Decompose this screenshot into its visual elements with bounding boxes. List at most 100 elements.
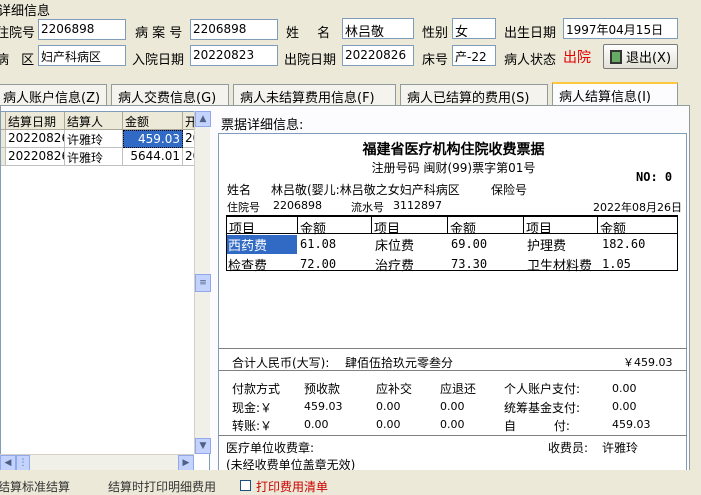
case-no-field[interactable]: 2206898 [190, 19, 278, 40]
item-amount-cell[interactable]: 1.05 [602, 257, 631, 271]
item-amount-cell[interactable]: 61.08 [300, 237, 336, 251]
status-label: 病人状态 [504, 53, 557, 68]
settlement-grid[interactable]: 结算日期 结算人 金额 开 20220826 许雅玲 459.03 20 202… [0, 111, 210, 471]
self-pay-value: 459.03 [612, 418, 651, 431]
col-header-amount[interactable]: 金额 [123, 112, 183, 130]
name-label: 姓 名 [286, 26, 331, 41]
items-header-3: 项目 [372, 216, 448, 237]
item-amount-cell[interactable]: 72.00 [300, 257, 336, 271]
footer-bar: 结算标准结算 结算时打印明细费用 打印费用清单 [0, 470, 701, 494]
scroll-left-icon[interactable]: ◀ [0, 455, 16, 471]
gender-label: 性别 [422, 26, 449, 41]
cash-label: 现金:￥ [232, 401, 273, 415]
fund-label: 统筹基金支付: [504, 401, 581, 415]
footer-option-2[interactable]: 结算时打印明细费用 [108, 478, 216, 495]
table-row-2-person[interactable]: 许雅玲 [65, 148, 123, 166]
item-amount-cell[interactable]: 69.00 [451, 237, 487, 251]
cashier-label: 收费员: [548, 441, 589, 455]
inpatient-no-label: 住院号 [0, 26, 36, 41]
item-amount-cell[interactable]: 182.60 [602, 237, 645, 251]
table-row-2-amount[interactable]: 5644.01 [123, 148, 183, 166]
items-header-1: 项目 [226, 216, 298, 237]
receipt-date: 2022年08月26日 [593, 201, 682, 214]
receipt-title: 福建省医疗机构住院收费票据 [362, 142, 545, 158]
ward-label: 病 区 [0, 53, 35, 68]
cashier-name: 许雅玲 [602, 441, 639, 455]
scroll-right-icon[interactable]: ▶ [178, 455, 194, 471]
receipt-insurance-label: 保险号 [491, 183, 528, 197]
items-header-2: 金额 [298, 216, 372, 237]
personal-account-value: 0.00 [612, 382, 637, 395]
birth-field[interactable]: 1997年04月15日 [563, 18, 678, 39]
refund-label: 应退还 [440, 382, 477, 396]
transfer-extra: 0.00 [376, 418, 401, 431]
item-name-cell[interactable]: 治疗费 [375, 255, 414, 274]
extra-pay-label: 应补交 [376, 382, 413, 396]
status-value: 出院 [563, 50, 591, 66]
table-row-1-person[interactable]: 许雅玲 [65, 130, 123, 148]
discharge-date-label: 出院日期 [284, 53, 337, 68]
divider [219, 348, 687, 349]
receipt-name: 林吕敬(婴儿:林吕敬之女妇产科病区 [271, 183, 460, 197]
exit-door-icon [609, 49, 622, 64]
item-name-cell[interactable]: 床位费 [375, 235, 414, 254]
gender-field[interactable]: 女 [452, 18, 496, 39]
items-header-5: 项目 [524, 216, 598, 237]
footer-option-3[interactable]: 打印费用清单 [256, 478, 328, 495]
footer-option-1[interactable]: 结算标准结算 [0, 478, 70, 495]
tab-unsettled[interactable]: 病人未结算费用信息(F) [233, 84, 396, 106]
total-label: 合计人民币(大写): [232, 356, 330, 370]
total-amount: ￥459.03 [623, 356, 673, 369]
item-amount-cell[interactable]: 73.30 [451, 257, 487, 271]
horizontal-scrollbar[interactable]: ◀ ⋮ ▶ [0, 454, 194, 471]
receipt-name-label: 姓名 [227, 183, 252, 197]
tab-payment[interactable]: 病人交费信息(G) [111, 84, 229, 106]
scroll-up-icon[interactable]: ▲ [195, 111, 211, 127]
col-header-person[interactable]: 结算人 [65, 112, 123, 130]
receipt-no: NO: 0 [636, 170, 673, 184]
table-row-1-amount[interactable]: 459.03 [123, 130, 183, 148]
scroll-h-thumb[interactable]: ⋮ [16, 455, 30, 471]
fund-value: 0.00 [612, 400, 637, 413]
scroll-down-icon[interactable]: ▼ [195, 438, 211, 454]
admit-date-label: 入院日期 [132, 53, 185, 68]
vertical-scrollbar[interactable]: ▲ ≡ ▼ [194, 111, 211, 454]
tab-settlement-info[interactable]: 病人结算信息(I) [552, 82, 678, 106]
divider [219, 435, 687, 436]
exit-button-label: 退出(X) [625, 51, 672, 66]
receipt-inpatient-no: 2206898 [273, 199, 322, 212]
exit-button[interactable]: 退出(X) [603, 44, 678, 69]
self-pay-label: 自 付: [504, 419, 570, 433]
bed-field[interactable]: 产-22 [452, 45, 496, 66]
receipt-flow-label: 流水号 [351, 201, 384, 214]
transfer-prepaid: 0.00 [304, 418, 329, 431]
scroll-thumb[interactable]: ≡ [195, 274, 211, 292]
item-name-cell[interactable]: 西药费 [227, 235, 297, 254]
cash-refund: 0.00 [440, 400, 465, 413]
item-name-cell[interactable]: 检查费 [228, 255, 267, 274]
ward-field[interactable]: 妇产科病区 [38, 45, 126, 66]
table-row-1-date[interactable]: 20220826 [6, 130, 65, 148]
total-words: 肆佰伍拾玖元零叁分 [345, 356, 454, 370]
admit-date-field[interactable]: 20220823 [190, 45, 278, 66]
checkbox-icon[interactable] [240, 480, 251, 491]
item-name-cell[interactable]: 卫生材料费 [527, 255, 592, 274]
tab-settled[interactable]: 病人已结算的费用(S) [400, 84, 548, 106]
inpatient-no-field[interactable]: 2206898 [38, 19, 126, 40]
items-header-4: 金额 [448, 216, 524, 237]
prepaid-label: 预收款 [304, 382, 341, 396]
receipt-inpatient-label: 住院号 [227, 201, 260, 214]
seal-label: 医疗单位收费章: [226, 441, 315, 455]
name-field[interactable]: 林吕敬 [342, 18, 414, 39]
cash-prepaid: 459.03 [304, 400, 343, 413]
group-title: 详细信息 [0, 4, 51, 19]
col-header-date[interactable]: 结算日期 [6, 112, 65, 130]
tab-account[interactable]: 病人账户信息(Z) [0, 84, 107, 106]
case-no-label: 病 案 号 [135, 26, 183, 41]
pay-method-label: 付款方式 [232, 382, 281, 396]
cash-extra: 0.00 [376, 400, 401, 413]
items-header-6: 金额 [598, 216, 678, 237]
discharge-date-field[interactable]: 20220826 [342, 45, 414, 66]
table-row-2-date[interactable]: 20220826 [6, 148, 65, 166]
item-name-cell[interactable]: 护理费 [527, 235, 566, 254]
